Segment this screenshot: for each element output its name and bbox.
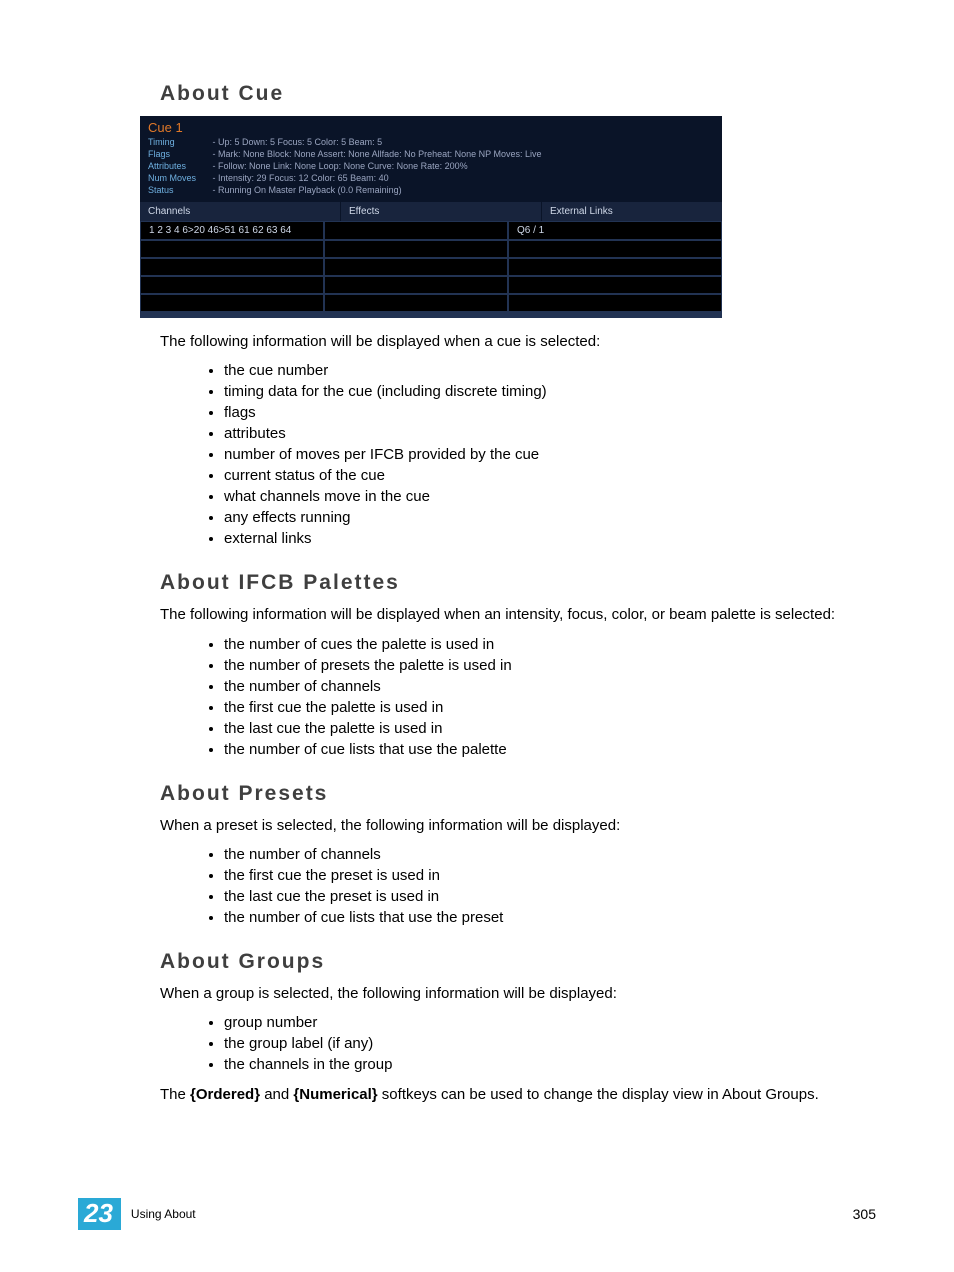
list-item: the number of presets the palette is use…: [224, 655, 876, 676]
ss-line-timing: - Up: 5 Down: 5 Focus: 5 Color: 5 Beam: …: [213, 137, 383, 147]
list-item: the last cue the preset is used in: [224, 886, 876, 907]
list-item: any effects running: [224, 507, 876, 528]
page-footer: 23 Using About 305: [78, 1198, 876, 1230]
ss-label-timing: Timing: [148, 136, 210, 148]
bullet-list-cue: the cue number timing data for the cue (…: [224, 360, 876, 549]
ss-label-status: Status: [148, 184, 210, 196]
ss-line-attributes: - Follow: None Link: None Loop: None Cur…: [213, 161, 468, 171]
text: The: [160, 1086, 190, 1103]
page-number: 305: [853, 1206, 876, 1222]
list-item: external links: [224, 528, 876, 549]
ss-label-attributes: Attributes: [148, 160, 210, 172]
heading-about-cue: About Cue: [160, 82, 876, 106]
bullet-list-groups: group number the group label (if any) th…: [224, 1012, 876, 1075]
bullet-list-ifcb: the number of cues the palette is used i…: [224, 634, 876, 760]
chapter-number: 23: [78, 1198, 121, 1230]
softkey-ordered: {Ordered}: [190, 1086, 260, 1103]
paragraph: When a group is selected, the following …: [160, 984, 876, 1004]
heading-about-groups: About Groups: [160, 950, 876, 974]
ss-cell: Q6 / 1: [508, 221, 722, 240]
list-item: the number of cue lists that use the pal…: [224, 739, 876, 760]
list-item: the cue number: [224, 360, 876, 381]
list-item: the channels in the group: [224, 1054, 876, 1075]
list-item: group number: [224, 1012, 876, 1033]
ss-line-flags: - Mark: None Block: None Assert: None Al…: [213, 149, 542, 159]
paragraph: The {Ordered} and {Numerical} softkeys c…: [160, 1085, 876, 1105]
list-item: the number of cue lists that use the pre…: [224, 907, 876, 928]
chapter-title: Using About: [131, 1207, 196, 1221]
list-item: the first cue the palette is used in: [224, 697, 876, 718]
list-item: the number of channels: [224, 844, 876, 865]
ss-line-status: - Running On Master Playback (0.0 Remain…: [213, 185, 402, 195]
list-item: attributes: [224, 423, 876, 444]
list-item: what channels move in the cue: [224, 486, 876, 507]
list-item: the number of cues the palette is used i…: [224, 634, 876, 655]
ss-cell: 1 2 3 4 6>20 46>51 61 62 63 64: [140, 221, 324, 240]
text: and: [260, 1086, 293, 1103]
bullet-list-presets: the number of channels the first cue the…: [224, 844, 876, 928]
heading-about-presets: About Presets: [160, 782, 876, 806]
ss-line-nummoves: - Intensity: 29 Focus: 12 Color: 65 Beam…: [213, 173, 389, 183]
text: softkeys can be used to change the displ…: [378, 1086, 819, 1103]
cue-screenshot: Cue 1 Timing - Up: 5 Down: 5 Focus: 5 Co…: [140, 116, 722, 318]
list-item: the group label (if any): [224, 1033, 876, 1054]
ss-cell: [324, 221, 508, 240]
heading-about-ifcb: About IFCB Palettes: [160, 571, 876, 595]
ss-col-effects: Effects: [341, 202, 542, 221]
list-item: the first cue the preset is used in: [224, 865, 876, 886]
list-item: the last cue the palette is used in: [224, 718, 876, 739]
paragraph: The following information will be displa…: [160, 332, 876, 352]
ss-label-nummoves: Num Moves: [148, 172, 210, 184]
softkey-numerical: {Numerical}: [293, 1086, 377, 1103]
paragraph: The following information will be displa…: [160, 605, 876, 625]
ss-col-channels: Channels: [140, 202, 341, 221]
list-item: the number of channels: [224, 676, 876, 697]
ss-label-flags: Flags: [148, 148, 210, 160]
list-item: number of moves per IFCB provided by the…: [224, 444, 876, 465]
list-item: current status of the cue: [224, 465, 876, 486]
paragraph: When a preset is selected, the following…: [160, 816, 876, 836]
list-item: timing data for the cue (including discr…: [224, 381, 876, 402]
list-item: flags: [224, 402, 876, 423]
ss-title: Cue 1: [148, 122, 714, 134]
ss-col-external: External Links: [542, 202, 722, 221]
